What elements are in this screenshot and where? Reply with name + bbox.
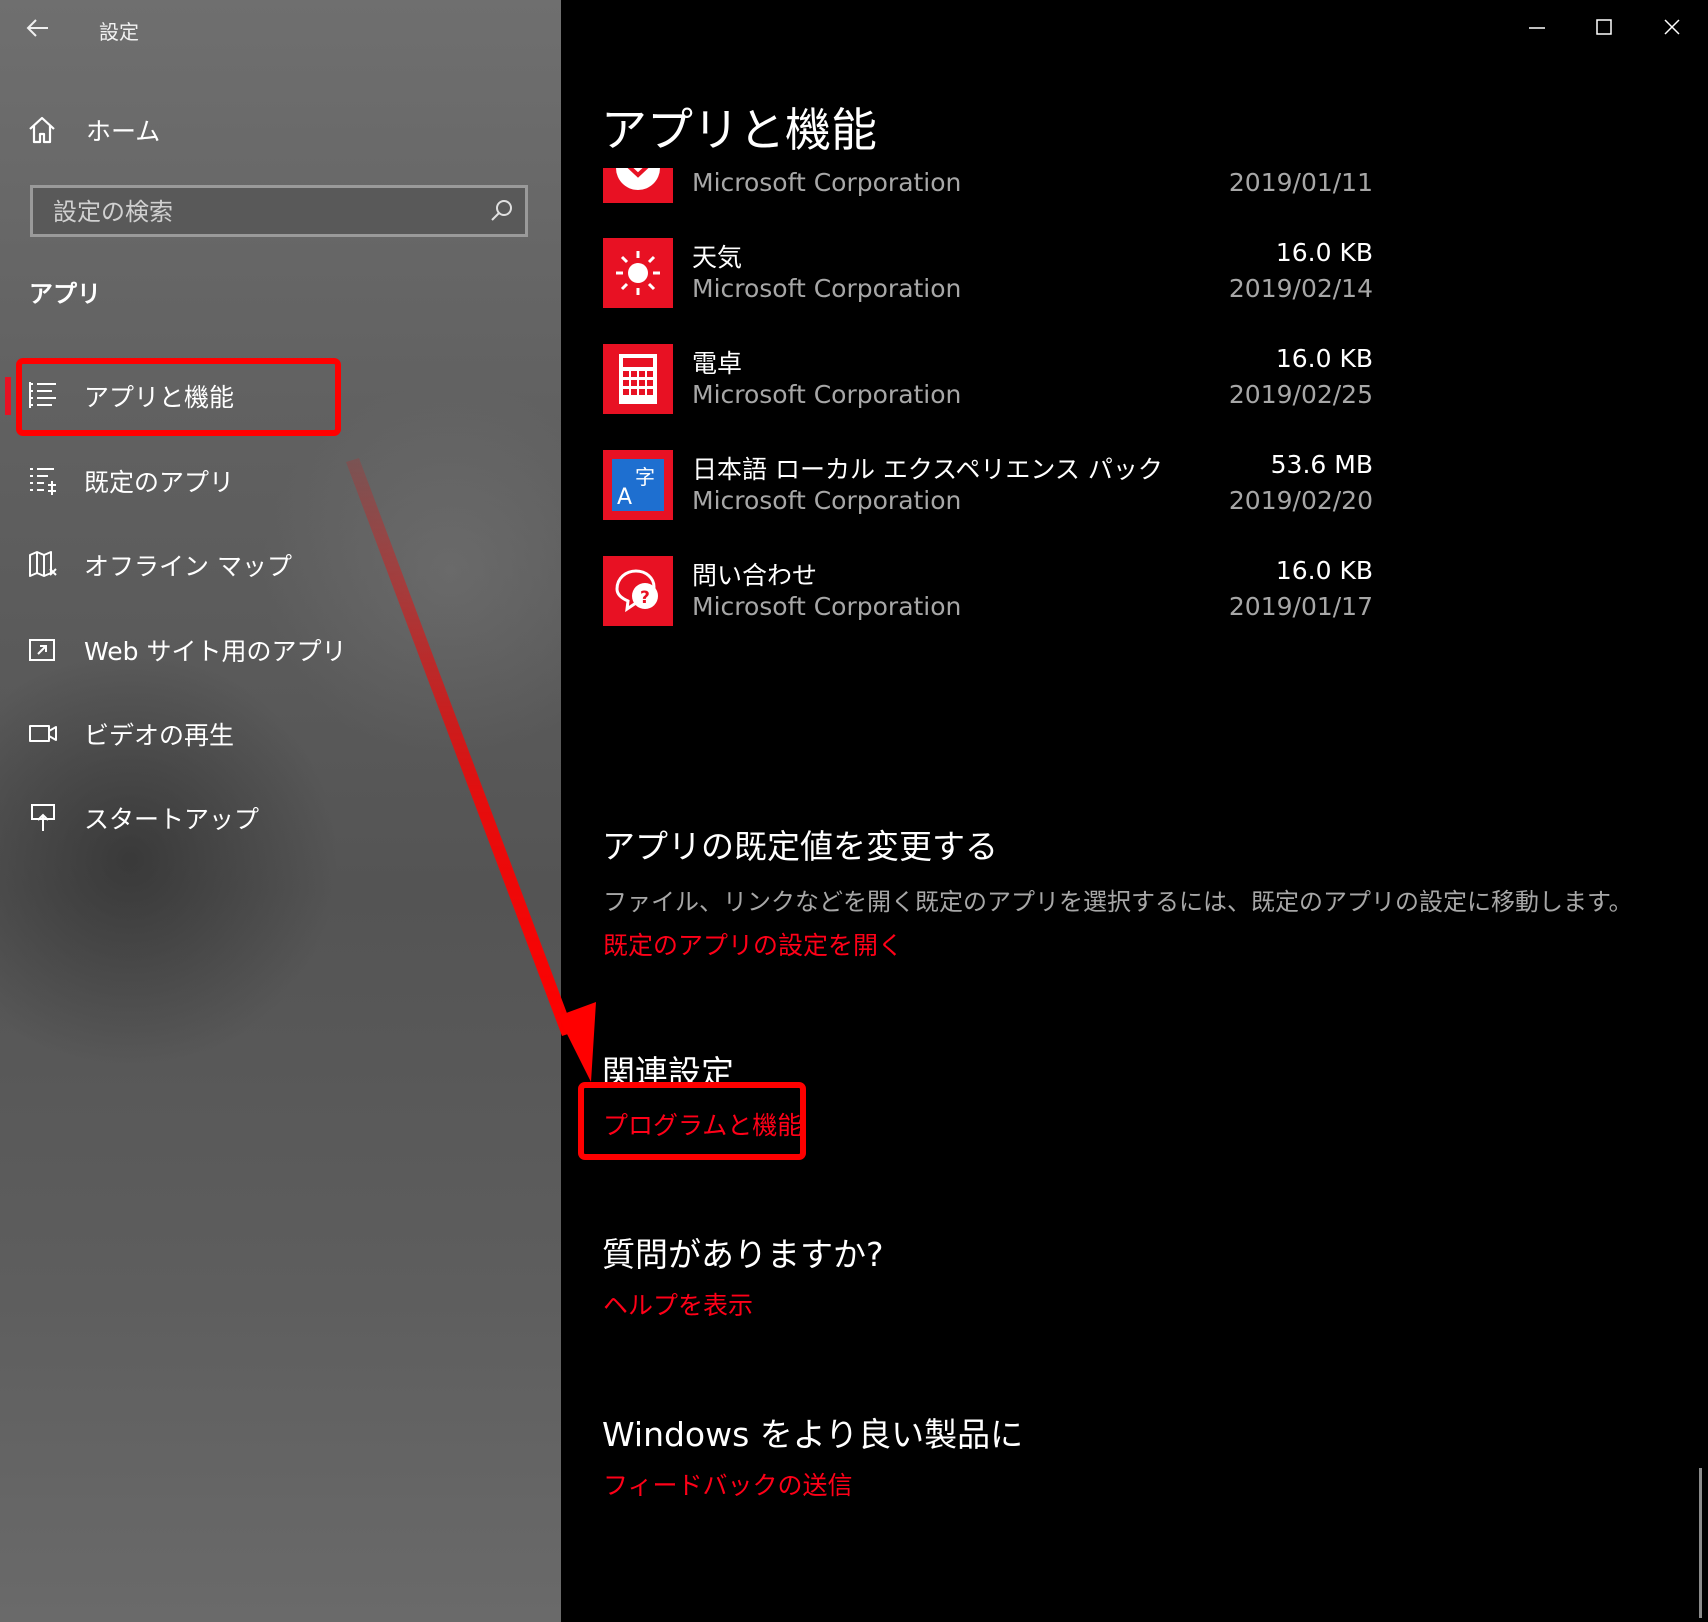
app-date: 2019/02/20	[1228, 486, 1373, 515]
app-list-item[interactable]: Microsoft Corporation 2019/01/11	[603, 168, 1373, 210]
scrollbar[interactable]	[1699, 1468, 1702, 1618]
sidebar-item-label: スタートアップ	[84, 805, 260, 834]
app-size: 16.0 KB	[1275, 344, 1373, 373]
maximize-icon	[1596, 19, 1612, 35]
app-size: 16.0 KB	[1275, 238, 1373, 267]
app-date: 2019/02/25	[1228, 380, 1373, 409]
app-name: 電卓	[692, 349, 743, 378]
sidebar-item-label: 既定のアプリ	[84, 468, 235, 497]
minimize-button[interactable]	[1517, 12, 1557, 44]
app-date: 2019/02/14	[1228, 274, 1373, 303]
app-publisher: Microsoft Corporation	[692, 486, 962, 515]
sidebar-item-label: ビデオの再生	[84, 721, 235, 750]
window-title: 設定	[99, 20, 139, 44]
back-arrow-icon	[26, 19, 48, 37]
close-icon	[1664, 19, 1680, 35]
weather-sun-icon	[603, 238, 673, 308]
back-button[interactable]	[18, 10, 58, 46]
close-button[interactable]	[1652, 12, 1692, 44]
app-date: 2019/01/17	[1228, 592, 1373, 621]
video-playback-icon	[29, 725, 57, 742]
svg-text:?: ?	[640, 588, 650, 608]
offline-maps-icon	[29, 551, 57, 577]
open-default-apps-link[interactable]: 既定のアプリの設定を開く	[603, 926, 903, 962]
search-input[interactable]	[51, 188, 475, 236]
sidebar-item-startup[interactable]: スタートアップ	[0, 787, 540, 847]
app-publisher: Microsoft Corporation	[692, 592, 962, 621]
app-name: 天気	[692, 243, 743, 272]
app-date: 2019/01/11	[1228, 168, 1373, 197]
send-feedback-link[interactable]: フィードバックの送信	[603, 1466, 853, 1502]
maximize-button[interactable]	[1584, 12, 1624, 44]
default-section-description: ファイル、リンクなどを開く既定のアプリを選択するには、既定のアプリの設定に移動し…	[603, 888, 1633, 916]
language-pack-icon: A 字	[603, 450, 673, 520]
calculator-icon	[603, 344, 673, 414]
app-publisher: Microsoft Corporation	[692, 168, 962, 197]
sidebar-item-label: Web サイト用のアプリ	[84, 637, 347, 666]
sidebar-item-label: オフライン マップ	[84, 552, 292, 581]
app-publisher: Microsoft Corporation	[692, 380, 962, 409]
get-help-link[interactable]: ヘルプを表示	[603, 1286, 753, 1322]
svg-text:字: 字	[635, 465, 655, 489]
app-name: 日本語 ローカル エクスペリエンス パック	[692, 455, 1163, 484]
default-section-heading: アプリの既定値を変更する	[602, 827, 998, 866]
default-apps-icon	[30, 468, 56, 495]
nav-home-label: ホーム	[86, 117, 161, 146]
annotation-highlight-programs-features	[578, 1082, 806, 1160]
startup-icon	[31, 804, 55, 831]
page-title: アプリと機能	[601, 103, 877, 157]
annotation-highlight-apps-features	[16, 358, 341, 436]
sidebar-section-title: アプリ	[29, 280, 101, 308]
partial-app-icon	[603, 168, 673, 203]
nav-home[interactable]: ホーム	[26, 110, 526, 150]
sidebar-item-apps-websites[interactable]: Web サイト用のアプリ	[0, 619, 540, 679]
sidebar-item-video-playback[interactable]: ビデオの再生	[0, 703, 540, 763]
app-publisher: Microsoft Corporation	[692, 274, 962, 303]
sidebar-item-offline-maps[interactable]: オフライン マップ	[0, 534, 540, 594]
app-list-item[interactable]: 電卓 Microsoft Corporation 16.0 KB 2019/02…	[603, 344, 1373, 436]
app-list-item[interactable]: 天気 Microsoft Corporation 16.0 KB 2019/02…	[603, 238, 1373, 330]
home-icon	[29, 116, 55, 144]
app-list-item[interactable]: A 字 日本語 ローカル エクスペリエンス パック Microsoft Corp…	[603, 450, 1373, 542]
contact-support-icon: ?	[603, 556, 673, 626]
search-box[interactable]	[30, 185, 528, 237]
feedback-section-heading: Windows をより良い製品に	[602, 1415, 1024, 1454]
sidebar-item-default-apps[interactable]: 既定のアプリ	[0, 450, 540, 510]
app-size: 53.6 MB	[1270, 450, 1373, 479]
search-icon[interactable]	[489, 198, 515, 224]
minimize-icon	[1529, 27, 1545, 29]
app-size: 16.0 KB	[1275, 556, 1373, 585]
svg-text:A: A	[617, 485, 632, 510]
apps-for-websites-icon	[29, 639, 55, 661]
help-section-heading: 質問がありますか?	[602, 1235, 884, 1274]
app-name: 問い合わせ	[692, 561, 818, 590]
app-list-item[interactable]: ? 問い合わせ Microsoft Corporation 16.0 KB 20…	[603, 556, 1373, 648]
